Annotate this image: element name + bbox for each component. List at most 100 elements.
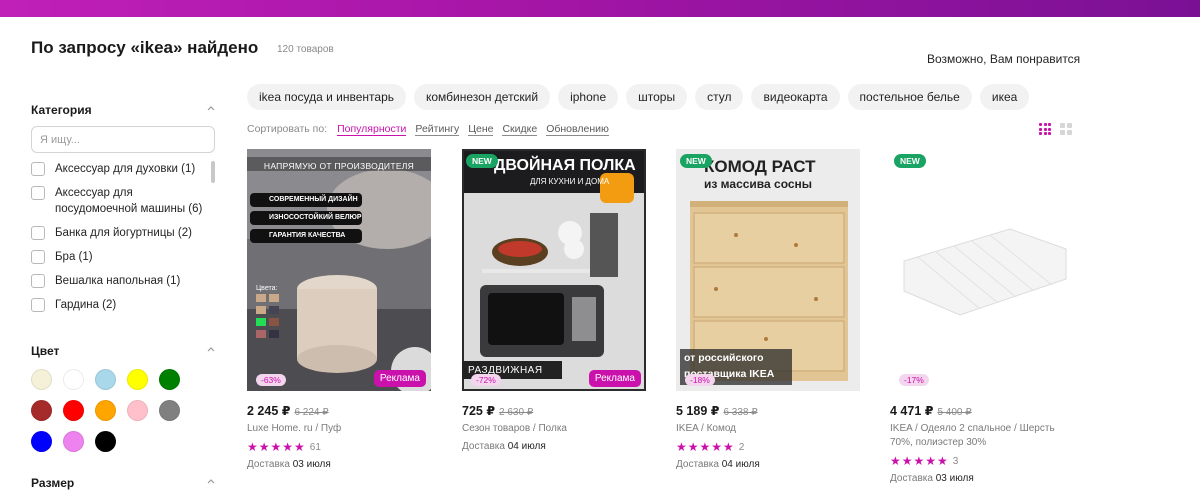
product-card[interactable]: NEW -17% 4 471 ₽5 400 ₽ IKEA / Одеяло 2 … xyxy=(890,149,1074,484)
image-title: ДВОЙНАЯ ПОЛКА xyxy=(494,157,636,174)
category-filter-title[interactable]: Категория xyxy=(31,103,92,117)
image-bottom-text: от российского xyxy=(684,352,764,364)
delivery-label: Доставка xyxy=(462,441,505,452)
product-card[interactable]: ДВОЙНАЯ ПОЛКА ДЛЯ КУХНИ И ДОМА РАЗДВИЖНА… xyxy=(462,149,646,452)
brand-name[interactable]: IKEA / Комод xyxy=(676,422,860,436)
delivery-date: 03 июля xyxy=(935,473,974,484)
category-item[interactable]: Гардина (2) xyxy=(31,297,216,313)
current-price: 2 245 ₽ xyxy=(247,404,291,418)
new-badge: NEW xyxy=(680,154,712,168)
current-price: 5 189 ₽ xyxy=(676,404,720,418)
suggestion-chip[interactable]: шторы xyxy=(626,84,688,110)
delivery-label: Доставка xyxy=(247,459,290,470)
price: 5 189 ₽6 338 ₽ xyxy=(676,403,860,418)
checkbox[interactable] xyxy=(31,274,45,288)
price: 2 245 ₽6 224 ₽ xyxy=(247,403,431,418)
checkbox[interactable] xyxy=(31,250,45,264)
sort-rating[interactable]: Рейтингу xyxy=(415,123,460,136)
size-filter-title[interactable]: Размер xyxy=(31,476,74,490)
product-image[interactable]: НАПРЯМУЮ ОТ ПРОИЗВОДИТЕЛЯ СОВРЕМЕННЫЙ ДИ… xyxy=(247,149,431,391)
sort-label: Сортировать по: xyxy=(247,123,328,135)
suggestion-chip[interactable]: комбинезон детский xyxy=(414,84,551,110)
sort-updated[interactable]: Обновлению xyxy=(546,123,609,136)
category-scrollbar[interactable] xyxy=(211,161,215,183)
chevron-up-icon[interactable] xyxy=(207,105,215,113)
suggestion-chip[interactable]: ikea посуда и инвентарь xyxy=(247,84,406,110)
category-item[interactable]: Банка для йогуртницы (2) xyxy=(31,225,216,241)
old-price: 2 630 ₽ xyxy=(499,407,534,418)
maybe-like-link[interactable]: Возможно, Вам понравится xyxy=(927,52,1080,66)
rating: ★★★★★ 3 xyxy=(890,454,1074,468)
current-price: 4 471 ₽ xyxy=(890,404,934,418)
sort-discount[interactable]: Скидке xyxy=(502,123,538,136)
product-card[interactable]: КОМОД РАСТ из массива сосны от российско… xyxy=(676,149,860,470)
suggestion-chip[interactable]: постельное белье xyxy=(847,84,972,110)
product-image[interactable]: КОМОД РАСТ из массива сосны от российско… xyxy=(676,149,860,391)
new-badge: NEW xyxy=(894,154,926,168)
color-swatch[interactable] xyxy=(63,400,84,421)
sort-popularity[interactable]: Популярности xyxy=(337,123,407,136)
image-title: КОМОД РАСТ xyxy=(704,157,816,176)
product-card[interactable]: НАПРЯМУЮ ОТ ПРОИЗВОДИТЕЛЯ СОВРЕМЕННЫЙ ДИ… xyxy=(247,149,431,470)
suggestion-chip[interactable]: стул xyxy=(695,84,744,110)
product-image[interactable]: NEW -17% xyxy=(890,149,1074,391)
category-item[interactable]: Аксессуар для посудомоечной машины (6) xyxy=(31,185,216,217)
rating: ★★★★★ 61 xyxy=(247,440,431,454)
color-swatch[interactable] xyxy=(95,431,116,452)
image-subtitle: ДЛЯ КУХНИ И ДОМА xyxy=(530,177,610,186)
color-swatch[interactable] xyxy=(31,431,52,452)
suggestion-chip[interactable]: видеокарта xyxy=(751,84,840,110)
color-swatch[interactable] xyxy=(31,369,52,390)
brand-name[interactable]: Luxe Home. ru / Пуф xyxy=(247,422,431,436)
product-image[interactable]: ДВОЙНАЯ ПОЛКА ДЛЯ КУХНИ И ДОМА РАЗДВИЖНА… xyxy=(462,149,646,391)
color-swatch[interactable] xyxy=(63,431,84,452)
category-item[interactable]: Аксессуар для духовки (1) xyxy=(31,161,216,177)
color-swatch[interactable] xyxy=(95,369,116,390)
discount-badge: -72% xyxy=(471,374,501,386)
grid-view-large-icon[interactable] xyxy=(1060,123,1072,135)
category-list: Аксессуар для духовки (1) Аксессуар для … xyxy=(31,161,216,321)
rating-count: 2 xyxy=(738,441,745,453)
chevron-up-icon[interactable] xyxy=(207,478,215,486)
checkbox[interactable] xyxy=(31,186,45,200)
brand-name[interactable]: Сезон товаров / Полка xyxy=(462,422,646,436)
color-filter-title[interactable]: Цвет xyxy=(31,344,59,358)
category-search-input[interactable] xyxy=(31,126,215,153)
discount-badge: -18% xyxy=(685,374,715,386)
checkbox[interactable] xyxy=(31,226,45,240)
grid-view-small-icon[interactable] xyxy=(1039,123,1051,135)
color-swatch[interactable] xyxy=(127,369,148,390)
delivery-date: 04 июля xyxy=(507,441,546,452)
category-label: Банка для йогуртницы (2) xyxy=(55,227,192,239)
category-label: Аксессуар для посудомоечной машины (6) xyxy=(55,187,203,215)
suggestion-chip[interactable]: икеа xyxy=(979,84,1030,110)
color-swatch[interactable] xyxy=(31,400,52,421)
color-swatch[interactable] xyxy=(159,400,180,421)
sort-price[interactable]: Цене xyxy=(468,123,494,136)
top-brand-bar xyxy=(0,0,1200,17)
delivery-label: Доставка xyxy=(676,459,719,470)
suggestion-chip[interactable]: iphone xyxy=(558,84,619,110)
chevron-up-icon[interactable] xyxy=(207,346,215,354)
current-price: 725 ₽ xyxy=(462,404,496,418)
delivery-info: Доставка 04 июля xyxy=(676,459,860,470)
image-colors-text: Цвета: xyxy=(256,285,278,292)
color-swatch[interactable] xyxy=(159,369,180,390)
image-feature-text: ИЗНОСОСТОЙКИЙ ВЕЛЮР xyxy=(269,214,362,221)
delivery-date: 03 июля xyxy=(292,459,331,470)
category-item[interactable]: Бра (1) xyxy=(31,249,216,265)
image-banner-text: НАПРЯМУЮ ОТ ПРОИЗВОДИТЕЛЯ xyxy=(263,161,415,171)
delivery-info: Доставка 03 июля xyxy=(247,459,431,470)
color-swatch[interactable] xyxy=(95,400,116,421)
color-swatches xyxy=(31,369,191,452)
star-rating-icon: ★★★★★ xyxy=(676,440,735,454)
checkbox[interactable] xyxy=(31,298,45,312)
brand-name[interactable]: IKEA / Одеяло 2 спальное / Шерсть 70%, п… xyxy=(890,422,1074,450)
color-swatch[interactable] xyxy=(127,400,148,421)
category-item[interactable]: Вешалка напольная (1) xyxy=(31,273,216,289)
category-label: Бра (1) xyxy=(55,251,93,263)
rating-count: 61 xyxy=(309,441,321,453)
delivery-label: Доставка xyxy=(890,473,933,484)
checkbox[interactable] xyxy=(31,162,45,176)
color-swatch[interactable] xyxy=(63,369,84,390)
